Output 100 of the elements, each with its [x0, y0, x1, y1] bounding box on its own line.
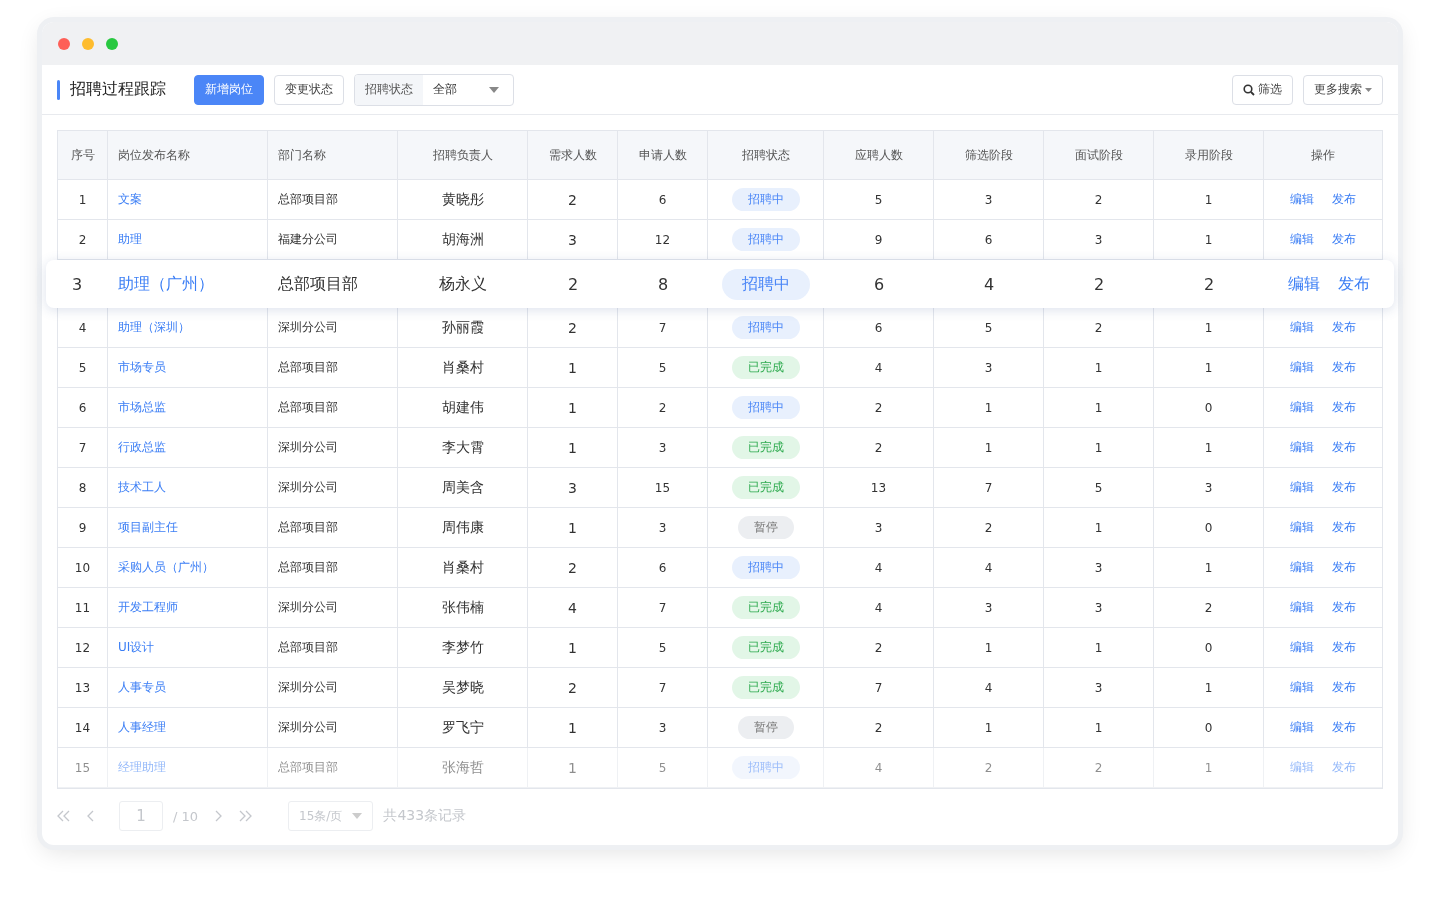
publish-link[interactable]: 发布	[1332, 479, 1356, 496]
change-status-button[interactable]: 变更状态	[274, 74, 344, 105]
publish-link[interactable]: 发布	[1332, 191, 1356, 208]
stage-count: 1	[1204, 760, 1213, 775]
department-cell: 总部项目部	[278, 639, 338, 656]
minimize-dot-icon[interactable]	[82, 37, 94, 50]
position-link[interactable]: 市场总监	[118, 399, 166, 416]
publish-link[interactable]: 发布	[1332, 519, 1356, 536]
table-row[interactable]: 11 开发工程师 深圳分公司 张伟楠 4 7 已完成 4 3 3 2 编辑 发布	[58, 588, 1382, 628]
owner-cell: 黄晓彤	[441, 190, 484, 209]
stage-count: 7	[874, 680, 883, 695]
demand-count: 1	[568, 639, 577, 656]
stage-count: 1	[1094, 440, 1103, 455]
position-link[interactable]: 市场专员	[118, 359, 166, 376]
position-link[interactable]: 技术工人	[118, 479, 166, 496]
owner-cell: 肖桑村	[441, 358, 484, 377]
table-row[interactable]: 14 人事经理 深圳分公司 罗飞宁 1 3 暂停 2 1 1 0 编辑 发布	[58, 708, 1382, 748]
status-tag: 招聘中	[731, 188, 800, 211]
publish-link[interactable]: 发布	[1332, 399, 1356, 416]
position-link[interactable]: 开发工程师	[118, 599, 178, 616]
edit-link[interactable]: 编辑	[1290, 439, 1314, 456]
edit-link[interactable]: 编辑	[1290, 319, 1314, 336]
row-number: 15	[74, 760, 91, 775]
edit-link[interactable]: 编辑	[1290, 679, 1314, 696]
filter-button[interactable]: 筛选	[1232, 74, 1293, 105]
publish-link[interactable]: 发布	[1332, 319, 1356, 336]
close-dot-icon[interactable]	[58, 37, 70, 50]
add-position-button[interactable]: 新增岗位	[194, 74, 264, 105]
edit-link[interactable]: 编辑	[1288, 273, 1320, 295]
row-number: 1	[78, 192, 87, 207]
position-link[interactable]: 采购人员（广州）	[118, 559, 214, 576]
table-row[interactable]: 13 人事专员 深圳分公司 吴梦晓 2 7 已完成 7 4 3 1 编辑 发布	[58, 668, 1382, 708]
application-count: 12	[654, 232, 671, 247]
status-tag: 暂停	[737, 716, 794, 739]
position-link[interactable]: 文案	[118, 191, 142, 208]
table-row[interactable]: 7 行政总监 深圳分公司 李大霄 1 3 已完成 2 1 1 1 编辑 发布	[58, 428, 1382, 468]
maximize-dot-icon[interactable]	[106, 37, 118, 50]
row-number: 6	[78, 400, 87, 415]
position-link[interactable]: 项目副主任	[118, 519, 178, 536]
edit-link[interactable]: 编辑	[1290, 519, 1314, 536]
demand-count: 4	[568, 599, 577, 616]
position-link[interactable]: 人事经理	[118, 719, 166, 736]
publish-link[interactable]: 发布	[1332, 559, 1356, 576]
owner-cell: 孙丽霞	[441, 318, 484, 337]
owner-cell: 罗飞宁	[441, 718, 484, 737]
position-link[interactable]: 行政总监	[118, 439, 166, 456]
edit-link[interactable]: 编辑	[1290, 191, 1314, 208]
publish-link[interactable]: 发布	[1332, 639, 1356, 656]
position-link[interactable]: UI设计	[118, 639, 155, 656]
position-link[interactable]: 助理	[118, 231, 142, 248]
stage-count: 1	[984, 720, 993, 735]
publish-link[interactable]: 发布	[1332, 679, 1356, 696]
table-row[interactable]: 8 技术工人 深圳分公司 周美含 3 15 已完成 13 7 5 3 编辑 发布	[58, 468, 1382, 508]
publish-link[interactable]: 发布	[1332, 599, 1356, 616]
stage-count: 2	[874, 640, 883, 655]
position-link[interactable]: 经理助理	[118, 759, 166, 776]
edit-link[interactable]: 编辑	[1290, 599, 1314, 616]
edit-link[interactable]: 编辑	[1290, 719, 1314, 736]
stage-count: 1	[1094, 720, 1103, 735]
department-cell: 总部项目部	[278, 519, 338, 536]
position-link[interactable]: 助理（广州）	[118, 273, 214, 295]
edit-link[interactable]: 编辑	[1290, 479, 1314, 496]
publish-link[interactable]: 发布	[1332, 719, 1356, 736]
column-header: 招聘负责人	[398, 131, 528, 180]
demand-count: 1	[568, 759, 577, 776]
edit-link[interactable]: 编辑	[1290, 759, 1314, 776]
status-tag: 已完成	[731, 636, 800, 659]
publish-link[interactable]: 发布	[1338, 273, 1370, 295]
stage-count: 0	[1204, 720, 1213, 735]
status-tag: 招聘中	[731, 228, 800, 251]
table-row[interactable]: 1 文案 总部项目部 黄晓彤 2 6 招聘中 5 3 2 1 编辑 发布	[58, 180, 1382, 220]
owner-cell: 胡海洲	[441, 230, 484, 249]
publish-link[interactable]: 发布	[1332, 439, 1356, 456]
status-tag: 招聘中	[731, 756, 800, 779]
highlighted-row[interactable]: 3 助理（广州） 总部项目部 杨永义 2 8 招聘中 6 4 2 2 编辑 发布	[46, 260, 1394, 308]
publish-link[interactable]: 发布	[1332, 359, 1356, 376]
edit-link[interactable]: 编辑	[1290, 639, 1314, 656]
position-link[interactable]: 助理（深圳）	[118, 319, 190, 336]
table-row[interactable]: 15 经理助理 总部项目部 张海哲 1 5 招聘中 4 2 2 1 编辑 发布	[58, 748, 1382, 788]
table-row[interactable]: 4 助理（深圳） 深圳分公司 孙丽霞 2 7 招聘中 6 5 2 1 编辑 发布	[58, 308, 1382, 348]
publish-link[interactable]: 发布	[1332, 231, 1356, 248]
more-search-button[interactable]: 更多搜索	[1303, 74, 1383, 105]
table-row[interactable]: 12 UI设计 总部项目部 李梦竹 1 5 已完成 2 1 1 0 编辑 发布	[58, 628, 1382, 668]
stage-count: 6	[984, 232, 993, 247]
table-row[interactable]: 10 采购人员（广州） 总部项目部 肖桑村 2 6 招聘中 4 4 3 1 编辑 发布	[58, 548, 1382, 588]
row-number: 11	[74, 600, 91, 615]
position-link[interactable]: 人事专员	[118, 679, 166, 696]
edit-link[interactable]: 编辑	[1290, 231, 1314, 248]
publish-link[interactable]: 发布	[1332, 759, 1356, 776]
edit-link[interactable]: 编辑	[1290, 399, 1314, 416]
edit-link[interactable]: 编辑	[1290, 559, 1314, 576]
status-filter-select[interactable]: 招聘状态 全部	[354, 73, 514, 106]
table-row[interactable]: 9 项目副主任 总部项目部 周伟康 1 3 暂停 3 2 1 0 编辑 发布	[58, 508, 1382, 548]
edit-link[interactable]: 编辑	[1290, 359, 1314, 376]
table-row[interactable]: 5 市场专员 总部项目部 肖桑村 1 5 已完成 4 3 1 1 编辑 发布	[58, 348, 1382, 388]
table-row[interactable]: 6 市场总监 总部项目部 胡建伟 1 2 招聘中 2 1 1 0 编辑 发布	[58, 388, 1382, 428]
demand-count: 1	[568, 439, 577, 456]
column-header: 需求人数	[528, 131, 618, 180]
department-cell: 总部项目部	[278, 559, 338, 576]
owner-cell: 周伟康	[441, 518, 484, 537]
